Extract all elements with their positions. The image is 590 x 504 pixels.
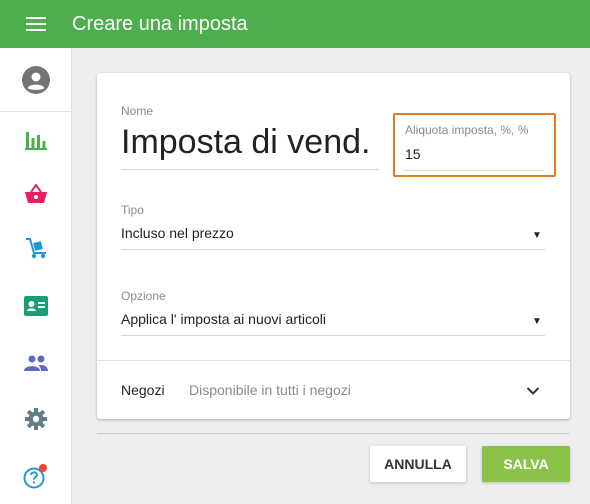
name-input[interactable]: Imposta di vend. — [121, 123, 370, 162]
tax-rate-label: Aliquota imposta, %, % — [405, 123, 529, 137]
account-circle-icon — [21, 65, 50, 94]
type-dropdown-arrow-icon[interactable]: ▼ — [532, 230, 542, 241]
option-dropdown-arrow-icon[interactable]: ▼ — [532, 316, 542, 327]
stores-label: Negozi — [121, 382, 165, 398]
cancel-button[interactable]: ANNULLA — [370, 446, 466, 482]
tax-rate-input[interactable]: 15 — [405, 146, 421, 162]
inventory-dolly-icon — [26, 238, 46, 259]
sidebar — [0, 48, 72, 504]
type-select[interactable]: Incluso nel prezzo — [121, 225, 234, 241]
chevron-down-icon[interactable] — [525, 383, 541, 399]
sidebar-item-account[interactable] — [0, 48, 71, 112]
save-button[interactable]: SALVA — [482, 446, 570, 482]
name-field-label: Nome — [121, 104, 154, 118]
actions-divider — [97, 433, 570, 434]
reports-chart-icon — [25, 132, 47, 150]
sidebar-item-inventory[interactable] — [0, 224, 72, 272]
shopping-basket-icon — [25, 184, 47, 203]
sidebar-item-reports[interactable] — [0, 116, 72, 164]
employee-card-icon — [24, 296, 48, 316]
option-field-underline — [121, 335, 545, 336]
sidebar-item-customers[interactable] — [0, 339, 72, 387]
sidebar-item-help[interactable] — [0, 452, 72, 500]
name-field-underline — [121, 169, 379, 170]
settings-gear-icon — [25, 408, 47, 430]
sidebar-item-employees[interactable] — [0, 282, 72, 330]
help-icon — [23, 464, 47, 489]
page-title: Creare una imposta — [72, 12, 248, 35]
type-field-label: Tipo — [121, 203, 144, 217]
section-divider — [97, 360, 570, 361]
option-field-label: Opzione — [121, 289, 166, 303]
sidebar-item-settings[interactable] — [0, 395, 72, 443]
sidebar-item-sales[interactable] — [0, 170, 72, 218]
option-select[interactable]: Applica l' imposta ai nuovi articoli — [121, 311, 326, 327]
type-field-underline — [121, 249, 545, 250]
customers-people-icon — [24, 355, 48, 371]
tax-form-card: Nome Imposta di vend. Aliquota imposta, … — [97, 73, 570, 419]
app-bar: Creare una imposta — [0, 0, 590, 48]
menu-button[interactable] — [0, 0, 72, 48]
hamburger-menu-icon — [26, 17, 46, 31]
stores-value[interactable]: Disponibile in tutti i negozi — [189, 382, 351, 398]
tax-rate-field[interactable]: Aliquota imposta, %, % 15 — [393, 113, 556, 177]
tax-rate-underline — [405, 170, 544, 171]
